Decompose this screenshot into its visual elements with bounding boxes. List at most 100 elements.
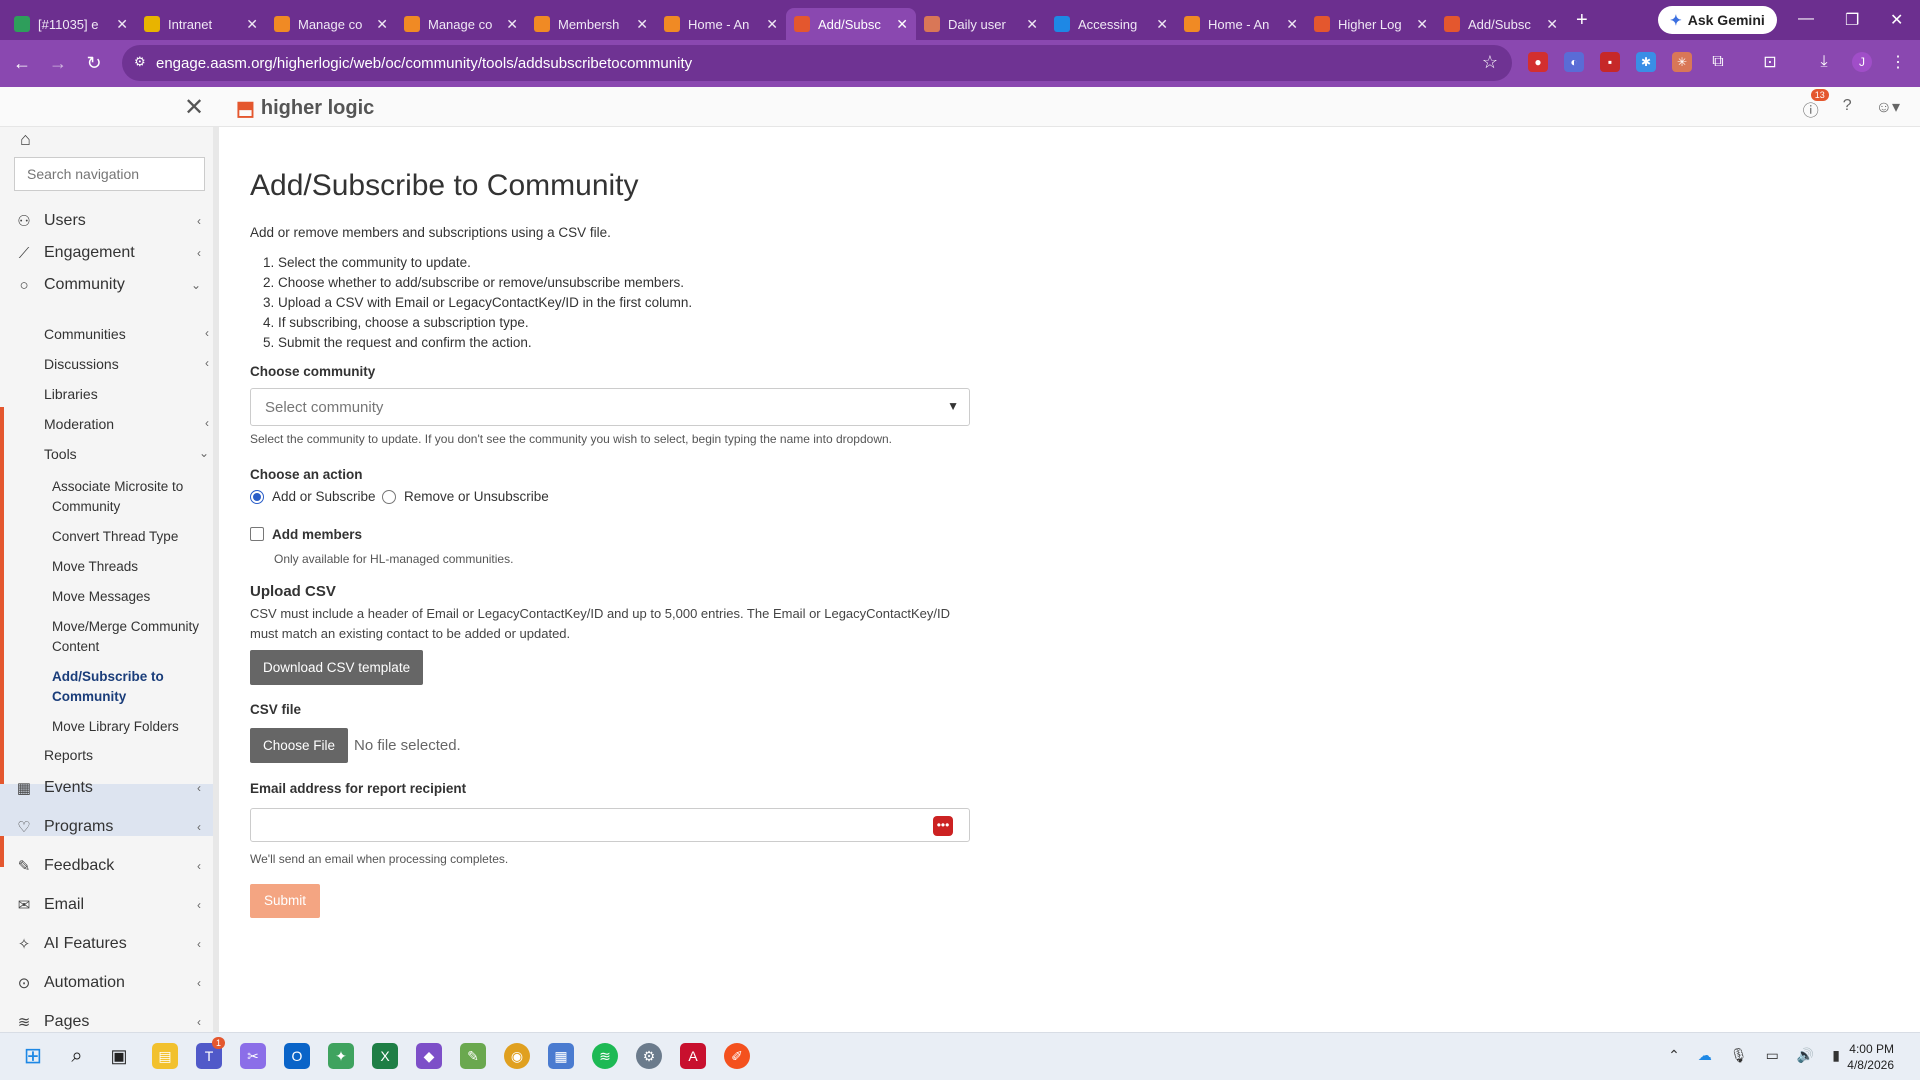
browser-tab[interactable]: [#11035] e ✕ [6,8,136,40]
browser-tab[interactable]: Intranet ✕ [136,8,266,40]
close-tab-icon[interactable]: ✕ [1286,16,1298,33]
sidebar-subitem-libraries[interactable]: Libraries [44,386,209,402]
sidebar-item-programs[interactable]: ♡ Programs ‹ [0,811,213,843]
notifications-icon[interactable]: ⓘ 13 [1803,89,1829,121]
sidebar-item-community[interactable]: ○ Community ⌄ [0,269,213,301]
sidebar-subitem-communities[interactable]: Communities ‹ [44,326,209,342]
sidebar-tool-item[interactable]: Associate Microsite to Community [52,477,202,517]
browser-tab[interactable]: Add/Subsc ✕ [786,8,916,40]
close-tab-icon[interactable]: ✕ [1546,16,1558,33]
close-tab-icon[interactable]: ✕ [636,16,648,33]
extension-icon[interactable]: ▪ [1600,52,1620,72]
sidebar-item-email[interactable]: ✉ Email ‹ [0,889,213,921]
submit-button[interactable]: Submit [250,884,320,918]
browser-tab[interactable]: Manage co ✕ [266,8,396,40]
browser-tab[interactable]: Add/Subsc ✕ [1436,8,1566,40]
sidebar-tool-item[interactable]: Move Messages [52,587,202,607]
app-icon[interactable]: ✐ [724,1043,750,1069]
minimize-icon[interactable]: — [1798,10,1814,28]
chevron-up-icon[interactable]: ⌃ [1668,1047,1680,1064]
back-icon[interactable]: ← [4,53,40,74]
profile-avatar[interactable]: J [1852,52,1872,72]
close-tab-icon[interactable]: ✕ [116,16,128,33]
close-tab-icon[interactable]: ✕ [1156,16,1168,33]
restore-icon[interactable]: ❐ [1845,10,1859,30]
search-icon[interactable]: ⌕ [64,1043,90,1069]
close-tab-icon[interactable]: ✕ [766,16,778,33]
sidebar-item-feedback[interactable]: ✎ Feedback ‹ [0,850,213,882]
app-icon[interactable]: ▦ [548,1043,574,1069]
close-tab-icon[interactable]: ✕ [376,16,388,33]
close-sidebar-icon[interactable]: ✕ [184,93,204,122]
volume-icon[interactable]: 🔊 [1797,1047,1814,1064]
screen-search-icon[interactable]: ⊡ [1760,52,1780,72]
new-tab-icon[interactable]: + [1576,9,1600,32]
sidebar-subitem-reports[interactable]: Reports [44,747,93,763]
browser-tab[interactable]: Manage co ✕ [396,8,526,40]
close-tab-icon[interactable]: ✕ [1416,16,1428,33]
claude-extension-icon[interactable]: ✳ [1672,52,1692,72]
add-subscribe-radio[interactable]: Add or Subscribe [250,489,376,504]
email-recipient-input[interactable]: ••• [250,808,970,842]
sidebar-tool-item[interactable]: Move/Merge Community Content [52,617,202,657]
extension-icon[interactable]: ✱ [1636,52,1656,72]
home-icon[interactable]: ⌂ [20,129,31,150]
windows-start-icon[interactable]: ⊞ [20,1043,46,1069]
extension-icon[interactable]: ◐ [1564,52,1584,72]
password-manager-icon[interactable]: ••• [933,816,953,836]
browser-tab[interactable]: Daily user ✕ [916,8,1046,40]
sidebar-item-ai-features[interactable]: ✧ AI Features ‹ [0,928,213,960]
site-info-icon[interactable]: ⚙ [134,54,146,70]
menu-kebab-icon[interactable]: ⋮ [1888,52,1908,72]
onedrive-icon[interactable]: ☁ [1698,1047,1712,1064]
outlook-icon[interactable]: O [284,1043,310,1069]
community-select[interactable]: Select community ▼ [250,388,970,426]
browser-tab[interactable]: Home - An ✕ [1176,8,1306,40]
reload-icon[interactable]: ↻ [76,53,112,74]
url-field[interactable]: ⚙ engage.aasm.org/higherlogic/web/oc/com… [122,45,1512,81]
clock[interactable]: 4:00 PM 4/8/2026 [1847,1041,1894,1073]
chrome-icon[interactable]: ◉ [504,1043,530,1069]
app-icon[interactable]: ✦ [328,1043,354,1069]
teams-icon[interactable]: T1 [196,1037,226,1069]
acrobat-icon[interactable]: A [680,1043,706,1069]
task-view-icon[interactable]: ▣ [106,1043,132,1069]
browser-tab[interactable]: Home - An ✕ [656,8,786,40]
remove-unsubscribe-radio[interactable]: Remove or Unsubscribe [382,489,549,504]
sidebar-item-pages[interactable]: ≋ Pages ‹ [0,1006,213,1032]
sidebar-tool-item[interactable]: Convert Thread Type [52,527,202,547]
download-csv-template-button[interactable]: Download CSV template [250,650,424,685]
browser-tab[interactable]: Accessing ✕ [1046,8,1176,40]
excel-icon[interactable]: X [372,1043,398,1069]
close-window-icon[interactable]: ✕ [1890,10,1903,30]
sidebar-subitem-moderation[interactable]: Moderation ‹ [44,416,209,432]
sidebar-subitem-discussions[interactable]: Discussions ‹ [44,356,209,372]
sidebar-tool-item[interactable]: Move Library Folders [52,717,202,737]
close-tab-icon[interactable]: ✕ [896,16,908,33]
sidebar-item-users[interactable]: ⚇ Users ‹ [0,205,213,237]
network-icon[interactable]: ▭ [1766,1047,1779,1064]
file-explorer-icon[interactable]: ▤ [152,1043,178,1069]
add-members-checkbox[interactable] [250,527,264,541]
extension-icon[interactable]: ● [1528,52,1548,72]
forward-icon[interactable]: → [40,53,76,74]
sidebar-subitem-tools[interactable]: Tools ⌄ [44,446,209,462]
close-tab-icon[interactable]: ✕ [246,16,258,33]
higher-logic-logo[interactable]: ⬒ higher logic [236,96,374,121]
help-icon[interactable]: ? [1843,97,1852,121]
battery-icon[interactable]: ▮ [1832,1047,1840,1064]
ask-gemini-button[interactable]: ✦ Ask Gemini [1658,6,1777,34]
search-navigation-input[interactable] [14,157,205,191]
sidebar-item-events[interactable]: ▦ Events ‹ [0,772,213,804]
download-icon[interactable]: ⤓ [1814,52,1834,72]
visual-studio-icon[interactable]: ◆ [416,1043,442,1069]
sidebar-tool-item[interactable]: Add/Subscribe to Community [52,667,202,707]
account-menu-icon[interactable]: ☺▾ [1876,97,1900,121]
browser-tab[interactable]: Higher Log ✕ [1306,8,1436,40]
puzzle-icon[interactable]: ⧉ [1708,52,1728,72]
sidebar-item-engagement[interactable]: ⟋ Engagement ‹ [0,237,213,269]
spotify-icon[interactable]: ≋ [592,1043,618,1069]
snipping-tool-icon[interactable]: ✂ [240,1043,266,1069]
close-tab-icon[interactable]: ✕ [506,16,518,33]
microphone-icon[interactable]: 🎙 [1730,1047,1748,1064]
